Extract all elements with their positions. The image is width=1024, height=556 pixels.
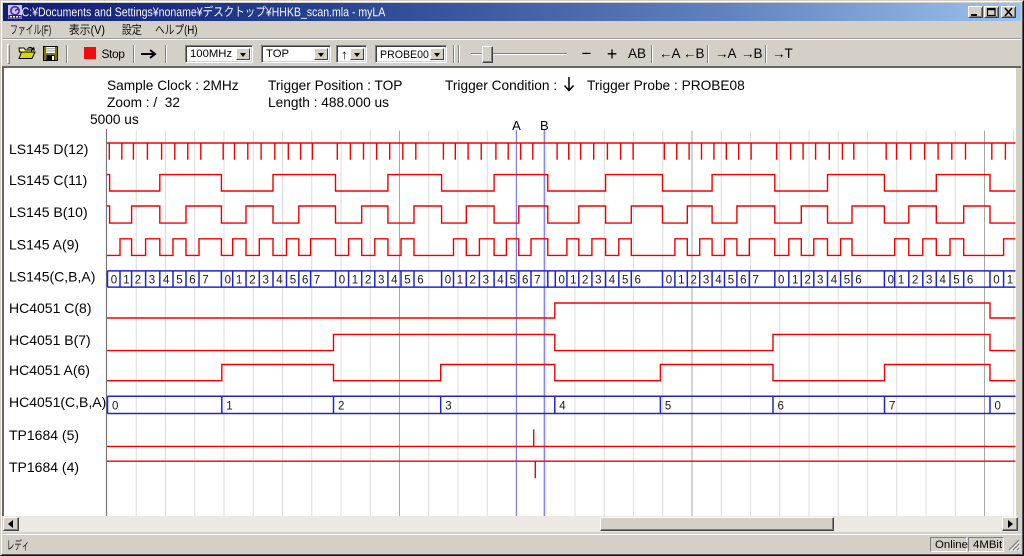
svg-text:5: 5 [510, 275, 516, 287]
svg-text:2: 2 [912, 275, 918, 287]
svg-text:6: 6 [740, 275, 746, 287]
svg-text:3: 3 [926, 275, 932, 287]
svg-text:4: 4 [940, 275, 947, 287]
svg-text:1: 1 [352, 275, 358, 287]
svg-text:5: 5 [404, 275, 410, 287]
svg-text:0: 0 [666, 275, 672, 287]
svg-text:2: 2 [338, 401, 344, 413]
svg-text:LS145 A(9): LS145 A(9) [9, 236, 79, 252]
svg-text:5: 5 [728, 275, 734, 287]
svg-text:4: 4 [609, 275, 616, 287]
svg-text:4: 4 [831, 275, 838, 287]
svg-text:5: 5 [176, 275, 182, 287]
svg-text:6: 6 [302, 275, 308, 287]
svg-text:1: 1 [898, 275, 904, 287]
svg-text:4: 4 [497, 275, 504, 287]
svg-text:2: 2 [135, 275, 141, 287]
svg-text:3: 3 [149, 275, 155, 287]
svg-text:0: 0 [993, 275, 999, 287]
svg-text:6: 6 [967, 275, 973, 287]
svg-text:1: 1 [1007, 275, 1013, 287]
svg-text:1: 1 [570, 275, 576, 287]
svg-text:6: 6 [855, 275, 861, 287]
svg-text:3: 3 [378, 275, 384, 287]
svg-text:1: 1 [236, 275, 242, 287]
svg-text:0: 0 [559, 275, 565, 287]
svg-text:A: A [512, 118, 521, 133]
svg-text:3: 3 [445, 401, 451, 413]
svg-text:2: 2 [805, 275, 811, 287]
svg-text:5: 5 [622, 275, 628, 287]
svg-text:4: 4 [559, 401, 566, 413]
svg-text:4: 4 [715, 275, 722, 287]
svg-text:3: 3 [263, 275, 269, 287]
svg-text:2: 2 [249, 275, 255, 287]
svg-text:1: 1 [226, 401, 232, 413]
svg-text:6: 6 [778, 401, 784, 413]
svg-text:0: 0 [112, 401, 118, 413]
svg-text:LS145 B(10): LS145 B(10) [9, 204, 88, 220]
svg-text:1: 1 [123, 275, 129, 287]
svg-text:6: 6 [635, 275, 641, 287]
svg-text:2: 2 [470, 275, 476, 287]
svg-text:2: 2 [582, 275, 588, 287]
svg-text:LS145(C,B,A): LS145(C,B,A) [9, 268, 95, 284]
svg-text:5: 5 [665, 401, 671, 413]
svg-text:2: 2 [365, 275, 371, 287]
svg-text:1: 1 [792, 275, 798, 287]
svg-text:7: 7 [534, 275, 540, 287]
svg-text:7: 7 [889, 401, 895, 413]
svg-text:0: 0 [339, 275, 345, 287]
svg-text:4: 4 [276, 275, 283, 287]
svg-text:0: 0 [778, 275, 784, 287]
svg-text:5: 5 [953, 275, 959, 287]
svg-text:0: 0 [995, 401, 1001, 413]
svg-text:4: 4 [163, 275, 170, 287]
svg-text:LS145 C(11): LS145 C(11) [9, 172, 87, 188]
svg-text:3: 3 [703, 275, 709, 287]
svg-text:3: 3 [595, 275, 601, 287]
svg-text:3: 3 [483, 275, 489, 287]
svg-text:7: 7 [753, 275, 759, 287]
svg-text:0: 0 [888, 275, 894, 287]
svg-text:6: 6 [522, 275, 528, 287]
svg-text:0: 0 [445, 275, 451, 287]
svg-text:5: 5 [844, 275, 850, 287]
svg-text:HC4051 B(7): HC4051 B(7) [9, 332, 91, 348]
svg-text:B: B [540, 118, 549, 133]
svg-text:LS145 D(12): LS145 D(12) [9, 141, 88, 157]
svg-text:7: 7 [314, 275, 320, 287]
svg-text:TP1684 (4): TP1684 (4) [9, 459, 79, 475]
svg-text:2: 2 [691, 275, 697, 287]
svg-text:5: 5 [290, 275, 296, 287]
svg-text:0: 0 [111, 275, 117, 287]
svg-text:HC4051(C,B,A): HC4051(C,B,A) [9, 394, 106, 410]
svg-text:HC4051 C(8): HC4051 C(8) [9, 300, 91, 316]
svg-text:4: 4 [391, 275, 398, 287]
svg-text:3: 3 [817, 275, 823, 287]
svg-text:1: 1 [678, 275, 684, 287]
svg-text:7: 7 [202, 275, 208, 287]
svg-text:0: 0 [225, 275, 231, 287]
svg-text:1: 1 [457, 275, 463, 287]
svg-text:HC4051 A(6): HC4051 A(6) [9, 362, 90, 378]
svg-text:6: 6 [189, 275, 195, 287]
svg-text:6: 6 [417, 275, 423, 287]
svg-text:TP1684 (5): TP1684 (5) [9, 427, 79, 443]
